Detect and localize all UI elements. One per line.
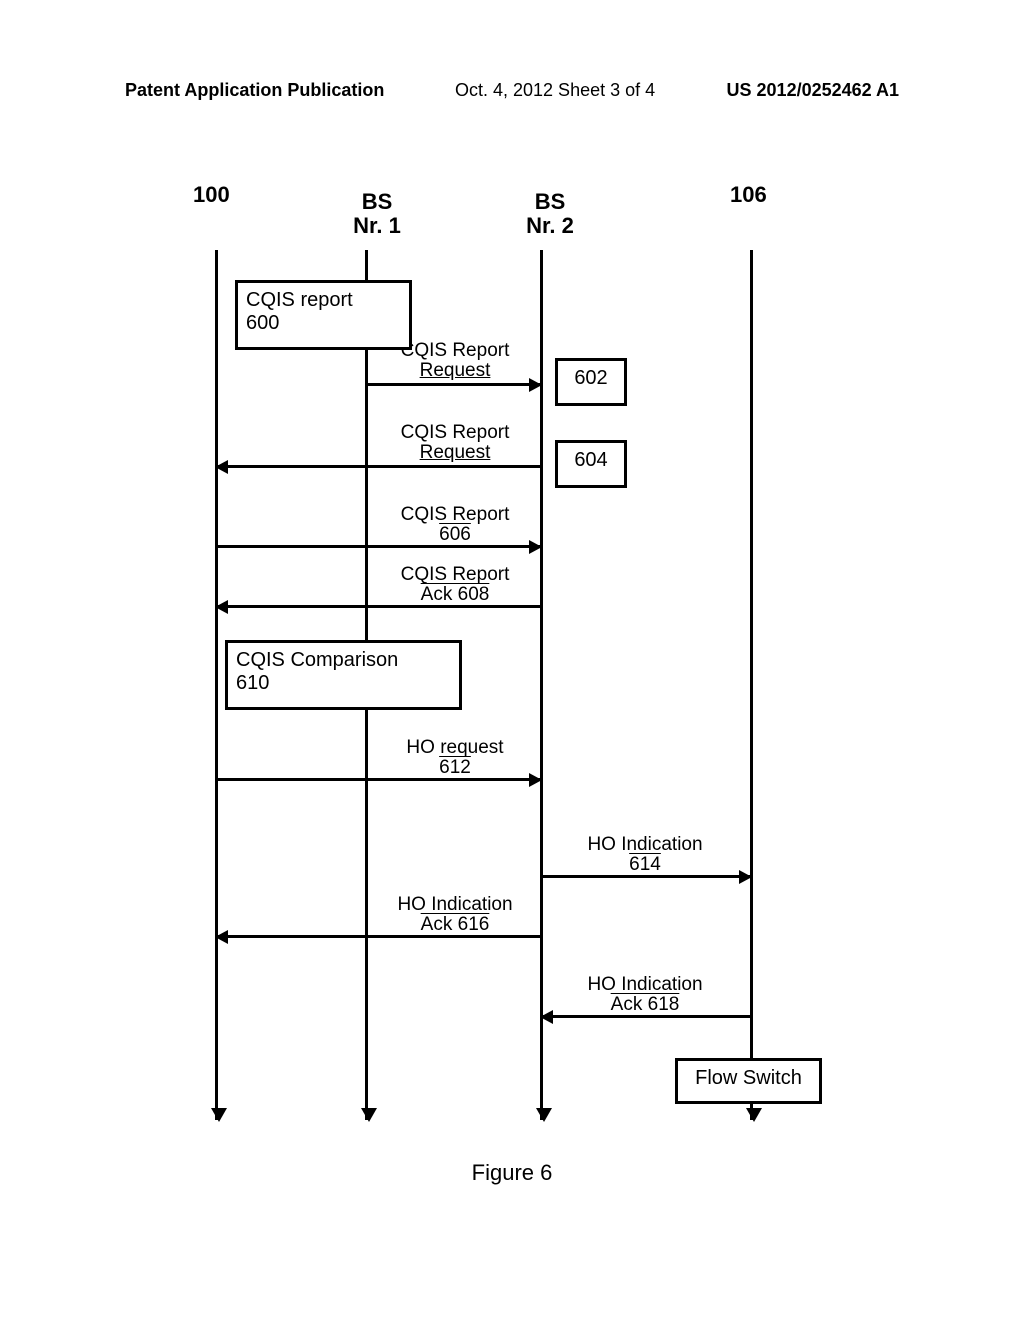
msg-ho-request-612 xyxy=(217,778,540,781)
lane-bs1-line1: BS xyxy=(362,189,393,214)
msg-subtext: Ack 616 xyxy=(421,914,490,935)
lane-106-label: 106 xyxy=(730,183,767,207)
msg-text: CQIS Report xyxy=(401,564,510,585)
msg-text: HO request xyxy=(406,737,503,758)
arrow-down-icon xyxy=(361,1108,377,1122)
arrow-down-icon xyxy=(536,1108,552,1122)
lane-100-label: 100 xyxy=(193,183,230,207)
arrow-left-icon xyxy=(215,460,228,474)
lifeline-100 xyxy=(215,250,218,1120)
msg-subtext: 606 xyxy=(439,524,471,545)
pub-label: Patent Application Publication xyxy=(125,80,384,101)
msg-text: HO Indication xyxy=(397,894,512,915)
arrow-down-icon xyxy=(211,1108,227,1122)
msg-subtext: Ack 618 xyxy=(611,994,680,1015)
lane-bs1-line2: Nr. 1 xyxy=(353,213,401,238)
figure-caption: Figure 6 xyxy=(0,1160,1024,1186)
msg-subtext: 614 xyxy=(629,854,661,875)
msg-cqis-ack-608 xyxy=(217,605,540,608)
lane-bs2-line1: BS xyxy=(535,189,566,214)
msg-text: CQIS Report xyxy=(401,504,510,525)
msg-ho-ack-618 xyxy=(542,1015,750,1018)
msg-text: HO Indication xyxy=(587,974,702,995)
box-cqis-report-600: CQIS report 600 xyxy=(235,280,412,350)
msg-cqis-report-606-label: CQIS Report 606 xyxy=(385,505,525,545)
msg-cqis-req-2-label: CQIS Report Request xyxy=(385,423,525,463)
msg-ho-ind-614-label: HO Indication 614 xyxy=(575,835,715,875)
box-602: 602 xyxy=(555,358,627,406)
msg-ho-request-612-label: HO request 612 xyxy=(385,738,525,778)
sequence-diagram: 100 BS Nr. 1 BS Nr. 2 106 CQIS Report Re… xyxy=(195,165,820,1125)
arrow-left-icon xyxy=(540,1010,553,1024)
box-number: 600 xyxy=(246,312,279,334)
msg-text: HO Indication xyxy=(587,834,702,855)
msg-subtext: 612 xyxy=(439,757,471,778)
box-flow-switch: Flow Switch xyxy=(675,1058,822,1104)
msg-subtext: Ack 608 xyxy=(421,584,490,605)
patent-number: US 2012/0252462 A1 xyxy=(727,80,899,101)
box-text: CQIS report xyxy=(246,289,353,311)
msg-cqis-req-2 xyxy=(217,465,540,468)
lane-bs1-label: BS Nr. 1 xyxy=(347,190,407,238)
msg-cqis-report-606 xyxy=(217,545,540,548)
box-text: CQIS Comparison xyxy=(236,649,398,671)
arrow-down-icon xyxy=(746,1108,762,1122)
arrow-left-icon xyxy=(215,930,228,944)
msg-ho-ack-618-label: HO Indication Ack 618 xyxy=(575,975,715,1015)
box-604: 604 xyxy=(555,440,627,488)
date-sheet-label: Oct. 4, 2012 Sheet 3 of 4 xyxy=(455,80,655,101)
box-number: 610 xyxy=(236,672,269,694)
lifeline-106 xyxy=(750,250,753,1120)
arrow-right-icon xyxy=(529,773,542,787)
msg-ho-ack-616 xyxy=(217,935,540,938)
msg-cqis-ack-608-label: CQIS Report Ack 608 xyxy=(385,565,525,605)
msg-text: CQIS Report xyxy=(401,422,510,443)
lane-bs2-label: BS Nr. 2 xyxy=(520,190,580,238)
msg-cqis-req-1 xyxy=(367,383,540,386)
arrow-right-icon xyxy=(529,378,542,392)
msg-text: CQIS Report xyxy=(401,340,510,361)
msg-subtext: Request xyxy=(420,442,491,463)
msg-subtext: Request xyxy=(420,360,491,381)
msg-ho-ind-614 xyxy=(542,875,750,878)
box-cqis-comparison-610: CQIS Comparison 610 xyxy=(225,640,462,710)
arrow-left-icon xyxy=(215,600,228,614)
lane-bs2-line2: Nr. 2 xyxy=(526,213,574,238)
msg-ho-ack-616-label: HO Indication Ack 616 xyxy=(385,895,525,935)
arrow-right-icon xyxy=(739,870,752,884)
arrow-right-icon xyxy=(529,540,542,554)
